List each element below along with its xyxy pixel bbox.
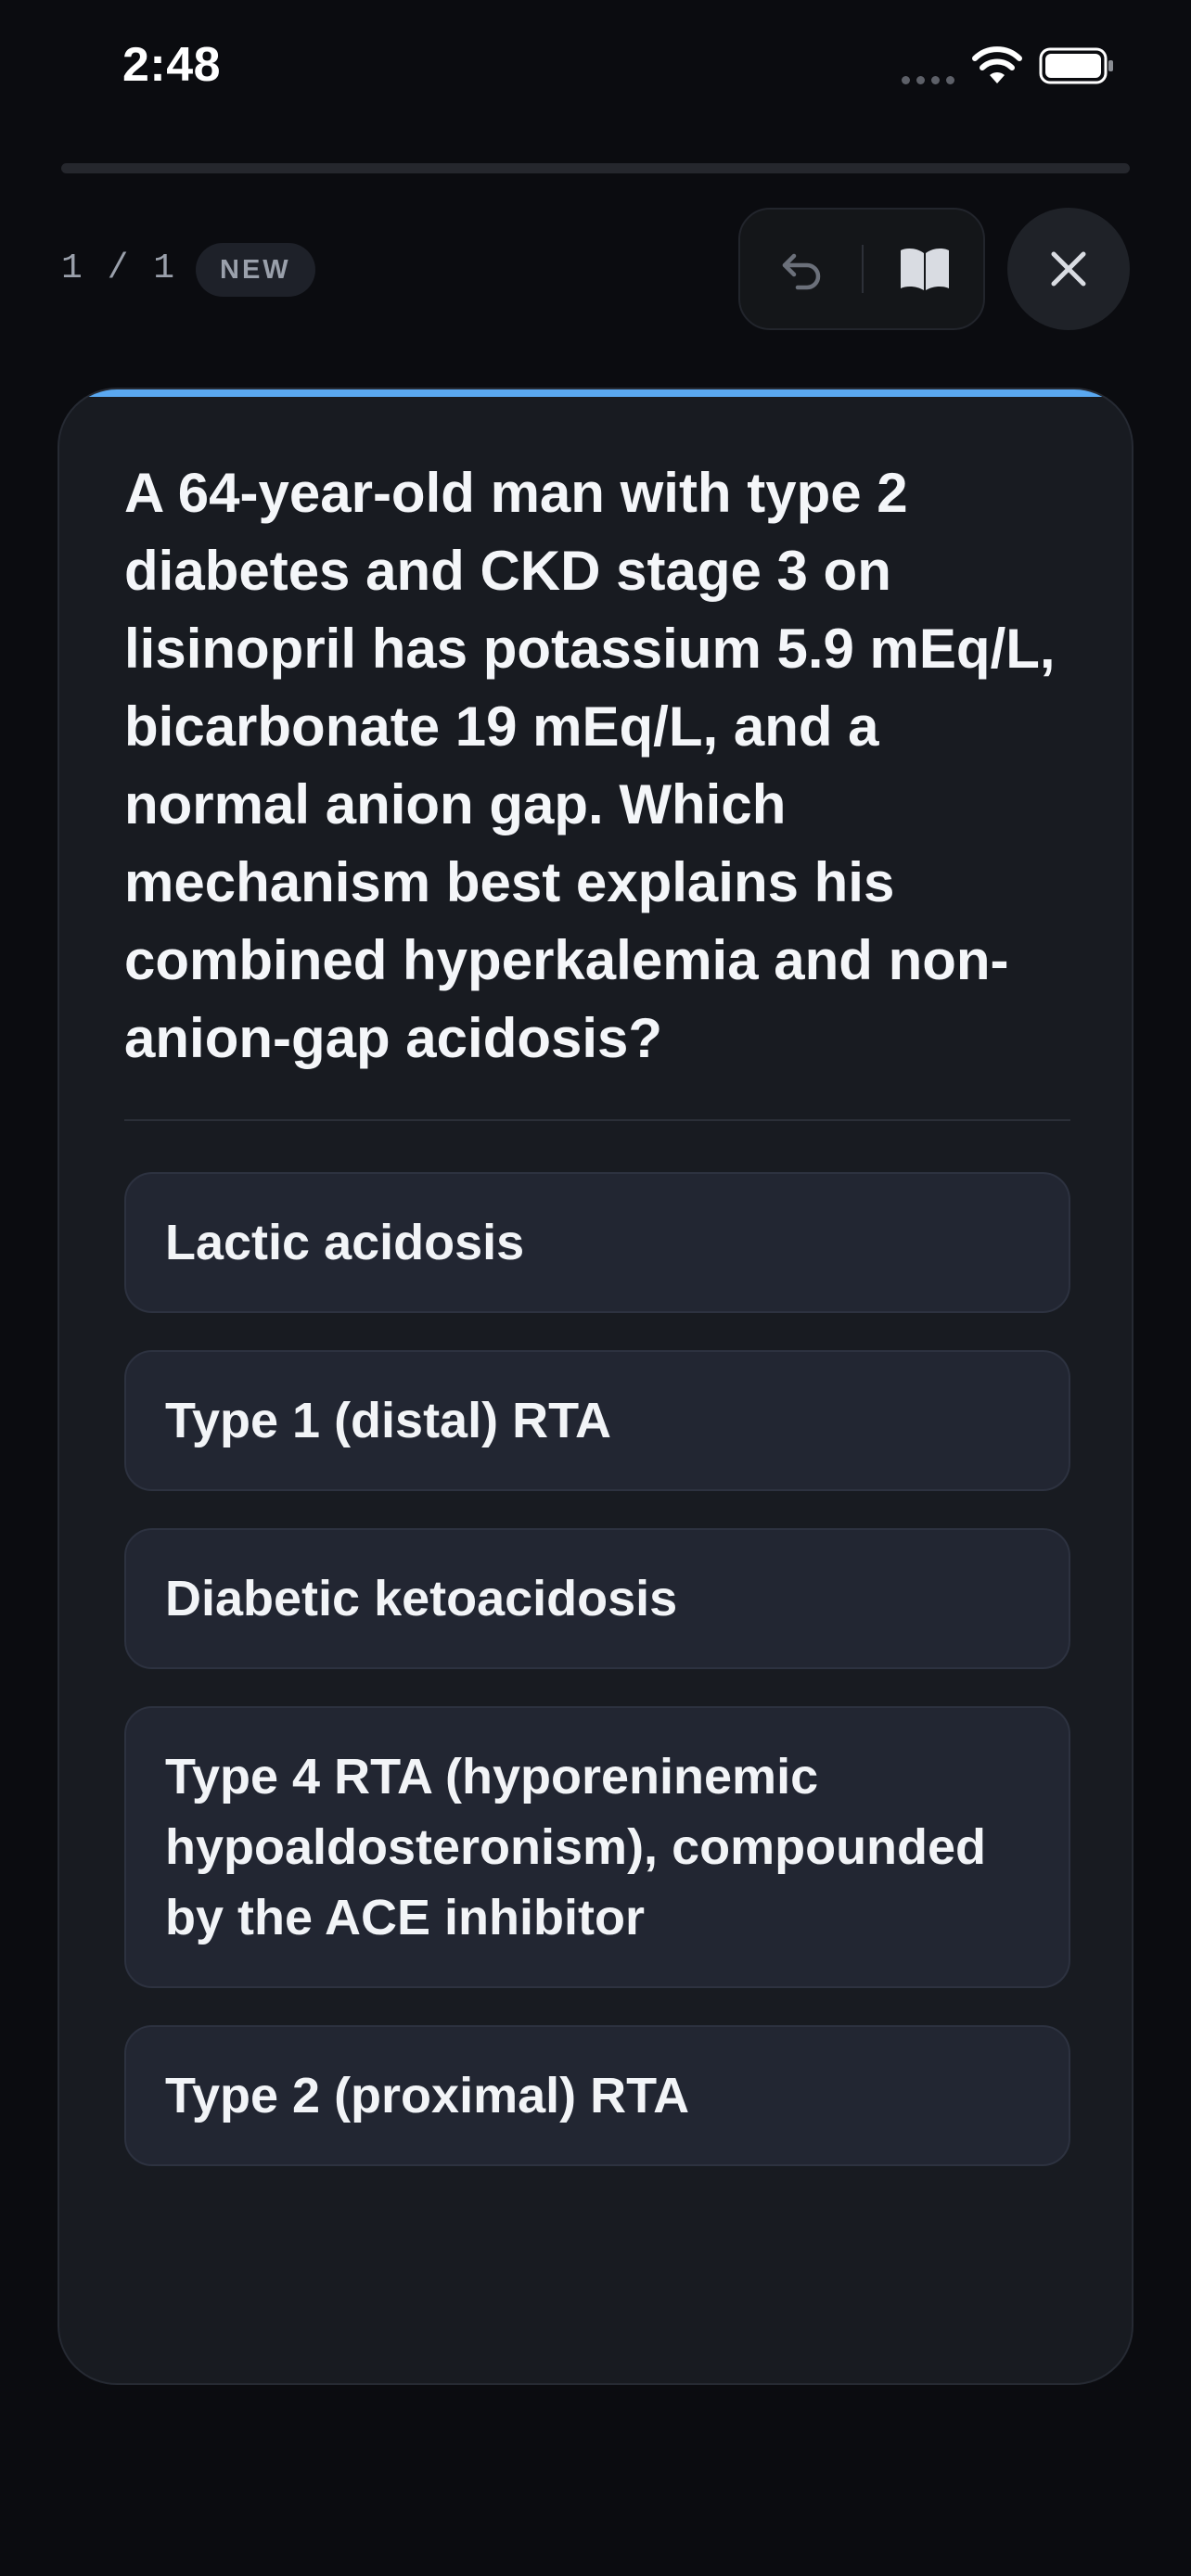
status-bar: 2:48 (0, 0, 1191, 139)
answer-option[interactable]: Type 4 RTA (hyporeninemic hypoaldosteron… (124, 1706, 1070, 1988)
reference-button[interactable] (864, 210, 985, 328)
wifi-icon (972, 46, 1022, 83)
open-book-icon (900, 249, 949, 290)
close-button[interactable] (1007, 208, 1130, 330)
question-card: A 64-year-old man with type 2 diabetes a… (58, 388, 1133, 2385)
card-divider (124, 1119, 1070, 1121)
battery-icon (1039, 47, 1113, 84)
undo-arrow-icon (782, 253, 821, 290)
answer-option[interactable]: Diabetic ketoacidosis (124, 1528, 1070, 1669)
toolbar-group (738, 208, 985, 330)
undo-button[interactable] (740, 210, 863, 328)
answer-option[interactable]: Type 1 (distal) RTA (124, 1350, 1070, 1491)
answer-option[interactable]: Lactic acidosis (124, 1172, 1070, 1313)
close-x-icon (1051, 251, 1086, 287)
answer-option[interactable]: Type 2 (proximal) RTA (124, 2025, 1070, 2166)
answer-options: Lactic acidosis Type 1 (distal) RTA Diab… (124, 1172, 1070, 2166)
card-counter: 1 / 1 (61, 249, 177, 288)
status-time: 2:48 (122, 38, 222, 92)
card-accent-bar (59, 389, 1132, 397)
status-badge: NEW (196, 243, 315, 297)
cellular-signal-icon (902, 76, 954, 84)
question-text: A 64-year-old man with type 2 diabetes a… (124, 462, 1056, 1069)
progress-bar (61, 163, 1130, 173)
